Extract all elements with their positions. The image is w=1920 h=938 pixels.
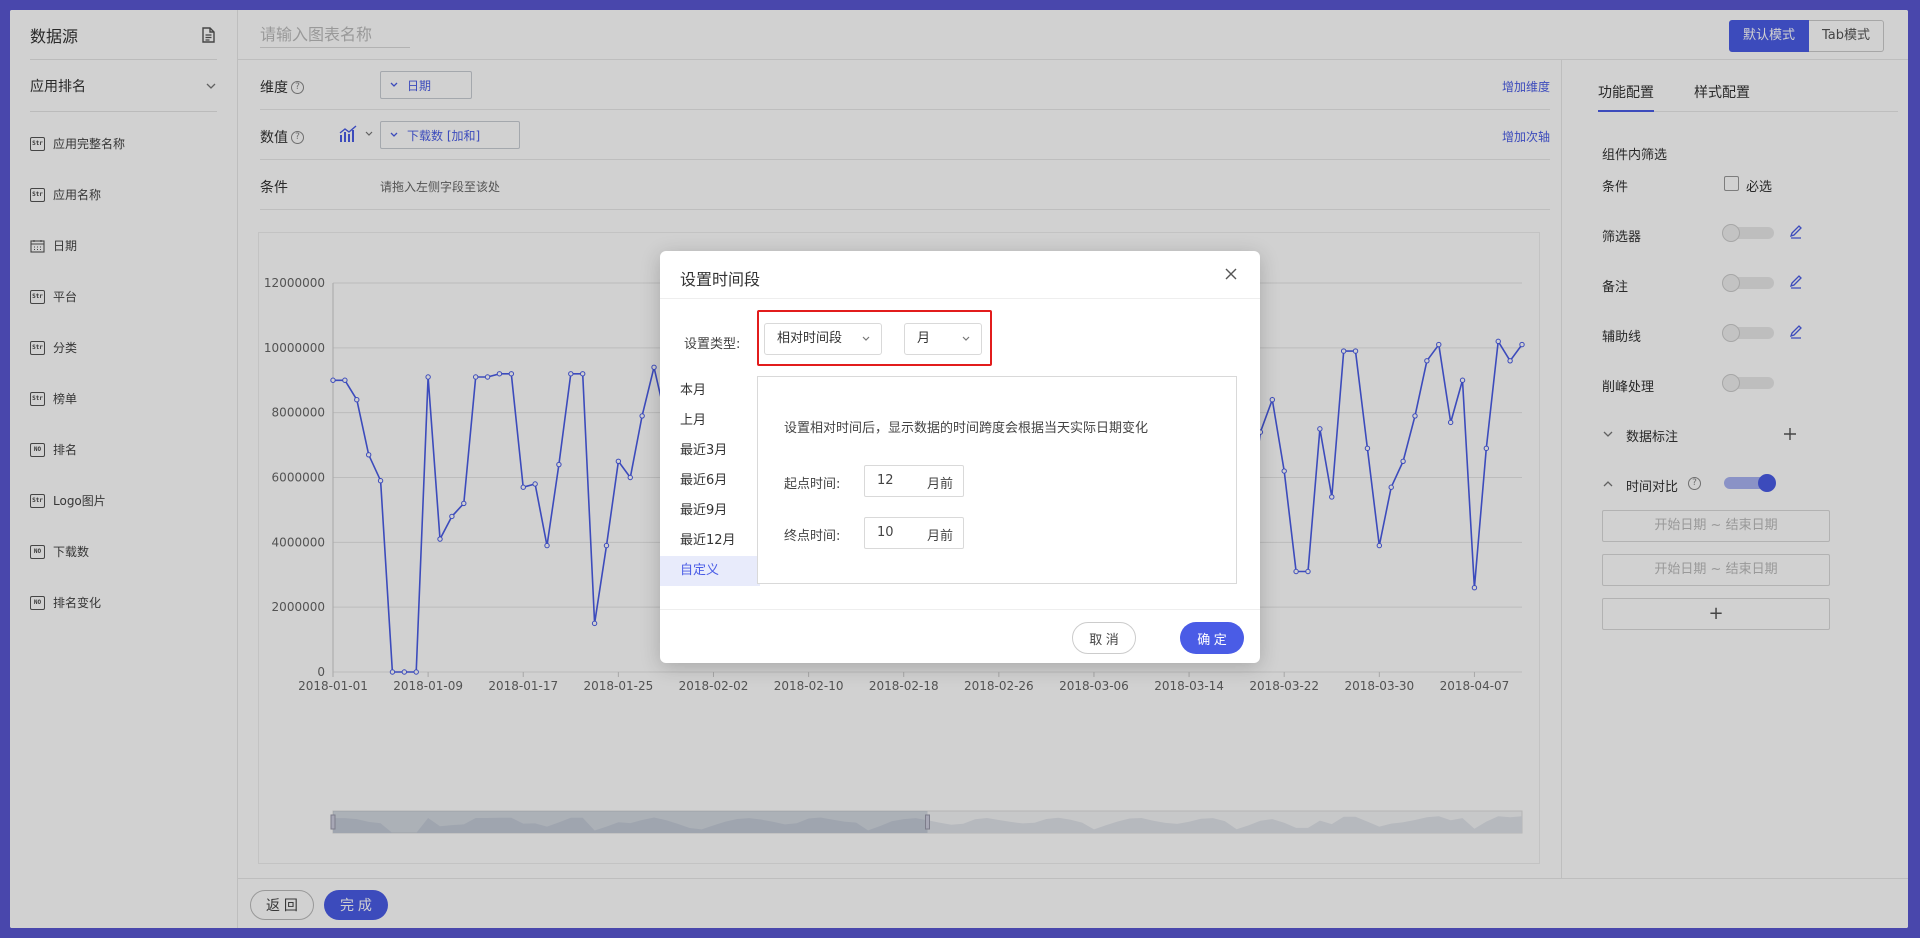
end-time-unit: 月前 [926, 529, 953, 544]
dialog-footer: 取 消 确 定 [660, 609, 1260, 663]
period-type-value: 相对时间段 [777, 331, 843, 346]
confirm-button[interactable]: 确 定 [1180, 622, 1244, 654]
start-time-value: 12 [877, 473, 894, 488]
preset-option[interactable]: 最近3月 [660, 436, 760, 466]
relative-period-panel: 设置相对时间后，显示数据的时间跨度会根据当天实际日期变化 起点时间: 12 月前… [757, 376, 1237, 584]
preset-option[interactable]: 自定义 [660, 556, 760, 586]
start-time-input[interactable]: 12 月前 [864, 465, 964, 497]
time-period-dialog: 设置时间段 设置类型: 相对时间段 月 本月 上月 最近3月 最近6月 最近9月 最近12… [660, 251, 1260, 663]
preset-option[interactable]: 最近12月 [660, 526, 760, 556]
dialog-title: 设置时间段 [680, 270, 761, 289]
close-icon[interactable] [1222, 265, 1240, 283]
period-unit-select[interactable]: 月 [904, 323, 982, 355]
preset-option[interactable]: 上月 [660, 406, 760, 436]
preset-list: 本月 上月 最近3月 最近6月 最近9月 最近12月 自定义 [660, 376, 760, 586]
period-unit-value: 月 [917, 331, 931, 346]
end-time-value: 10 [877, 525, 894, 540]
end-time-input[interactable]: 10 月前 [864, 517, 964, 549]
period-type-select[interactable]: 相对时间段 [764, 323, 882, 355]
preset-option[interactable]: 最近9月 [660, 496, 760, 526]
preset-option[interactable]: 本月 [660, 376, 760, 406]
dialog-header: 设置时间段 [660, 251, 1260, 299]
type-row: 设置类型: 相对时间段 月 [660, 299, 1260, 379]
preset-option[interactable]: 最近6月 [660, 466, 760, 496]
end-time-label: 终点时间: [784, 529, 841, 544]
start-time-unit: 月前 [926, 477, 953, 492]
chevron-down-icon [862, 336, 870, 341]
start-time-label: 起点时间: [784, 477, 841, 492]
chevron-down-icon [962, 336, 970, 341]
relative-period-description: 设置相对时间后，显示数据的时间跨度会根据当天实际日期变化 [784, 421, 1149, 436]
type-label: 设置类型: [684, 337, 741, 352]
cancel-button[interactable]: 取 消 [1072, 622, 1136, 654]
